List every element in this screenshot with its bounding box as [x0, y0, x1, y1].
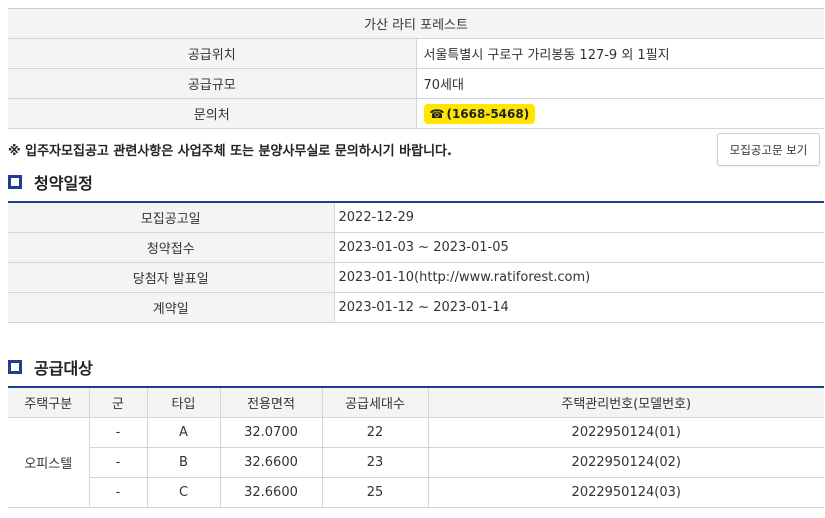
- header-units: 공급세대수: [322, 386, 429, 418]
- header-mgmt-no: 주택관리번호(모델번호): [428, 386, 824, 418]
- housing-category: 오피스텔: [8, 417, 90, 508]
- project-info-table: 가산 라티 포레스트 공급위치 서울특별시 구로구 가리봉동 127-9 외 1…: [8, 8, 824, 129]
- cell-mgmt-no: 2022950124(01): [428, 417, 824, 448]
- table-row: - B 32.6600 23 2022950124(02): [8, 447, 824, 478]
- schedule-section-title: 청약일정: [8, 170, 93, 194]
- schedule-value: 2023-01-12 ~ 2023-01-14: [334, 292, 824, 323]
- cell-units: 22: [322, 417, 429, 448]
- header-area: 전용면적: [220, 386, 323, 418]
- scale-value: 70세대: [416, 68, 824, 99]
- table-row: 계약일 2023-01-12 ~ 2023-01-14: [8, 292, 824, 323]
- cell-units: 23: [322, 447, 429, 478]
- cell-mgmt-no: 2022950124(02): [428, 447, 824, 478]
- schedule-value: 2022-12-29: [334, 201, 824, 233]
- cell-mgmt-no: 2022950124(03): [428, 477, 824, 508]
- header-group: 군: [89, 386, 148, 418]
- cell-area: 32.6600: [220, 477, 323, 508]
- phone-icon: ☎: [429, 106, 445, 121]
- scale-row: 공급규모 70세대: [8, 68, 824, 99]
- supply-title: 공급대상: [34, 359, 93, 378]
- supply-table: 주택구분 군 타입 전용면적 공급세대수 주택관리번호(모델번호) 오피스텔 -…: [8, 386, 824, 508]
- phone-number: (1668-5468): [446, 106, 530, 121]
- location-value: 서울특별시 구로구 가리봉동 127-9 외 1필지: [416, 38, 824, 69]
- header-category: 주택구분: [8, 386, 90, 418]
- project-title: 가산 라티 포레스트: [8, 8, 824, 39]
- table-header-row: 주택구분 군 타입 전용면적 공급세대수 주택관리번호(모델번호): [8, 386, 824, 418]
- schedule-title: 청약일정: [34, 174, 93, 193]
- schedule-table: 모집공고일 2022-12-29 청약접수 2023-01-03 ~ 2023-…: [8, 201, 824, 323]
- schedule-label: 계약일: [8, 292, 335, 323]
- square-bullet-icon: [8, 175, 22, 189]
- location-label: 공급위치: [8, 38, 417, 69]
- notice-text: ※ 입주자모집공고 관련사항은 사업주체 또는 분양사무실로 문의하시기 바랍니…: [8, 144, 452, 159]
- cell-group: -: [89, 417, 148, 448]
- cell-type: B: [147, 447, 221, 478]
- inquiry-row: 문의처 ☎ (1668-5468): [8, 98, 824, 129]
- cell-area: 32.6600: [220, 447, 323, 478]
- table-row: 청약접수 2023-01-03 ~ 2023-01-05: [8, 232, 824, 263]
- schedule-value: 2023-01-03 ~ 2023-01-05: [334, 232, 824, 263]
- table-row: 모집공고일 2022-12-29: [8, 201, 824, 233]
- phone-badge[interactable]: ☎ (1668-5468): [423, 103, 536, 124]
- supply-section-title: 공급대상: [8, 355, 93, 379]
- cell-group: -: [89, 447, 148, 478]
- schedule-value: 2023-01-10(http://www.ratiforest.com): [334, 262, 824, 293]
- scale-label: 공급규모: [8, 68, 417, 99]
- table-row: 당첨자 발표일 2023-01-10(http://www.ratiforest…: [8, 262, 824, 293]
- schedule-label: 당첨자 발표일: [8, 262, 335, 293]
- view-announcement-button[interactable]: 모집공고문 보기: [717, 133, 820, 166]
- table-row: - C 32.6600 25 2022950124(03): [8, 477, 824, 508]
- schedule-label: 모집공고일: [8, 201, 335, 233]
- cell-type: A: [147, 417, 221, 448]
- header-type: 타입: [147, 386, 221, 418]
- cell-area: 32.0700: [220, 417, 323, 448]
- cell-units: 25: [322, 477, 429, 508]
- cell-type: C: [147, 477, 221, 508]
- table-row: 오피스텔 - A 32.0700 22 2022950124(01): [8, 417, 824, 508]
- cell-group: -: [89, 477, 148, 508]
- schedule-label: 청약접수: [8, 232, 335, 263]
- square-bullet-icon: [8, 360, 22, 374]
- inquiry-label: 문의처: [8, 98, 417, 129]
- location-row: 공급위치 서울특별시 구로구 가리봉동 127-9 외 1필지: [8, 38, 824, 69]
